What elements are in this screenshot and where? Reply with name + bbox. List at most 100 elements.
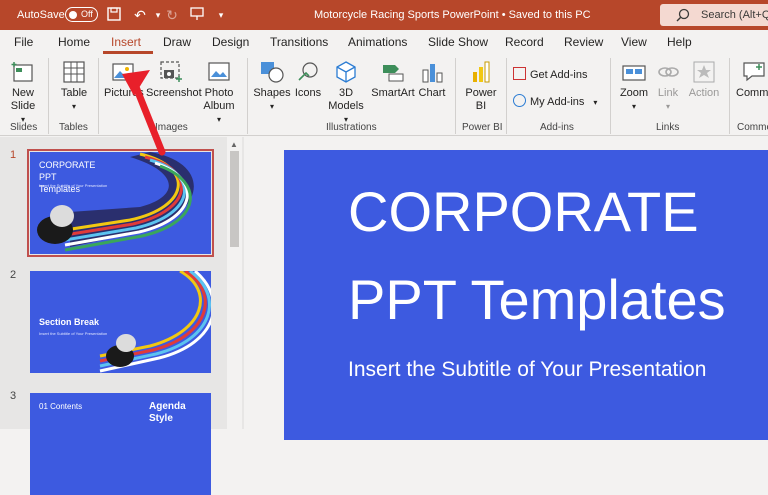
slide-number: 1 [10,149,17,161]
scroll-up-icon[interactable]: ▲ [230,140,238,149]
thumbnail-subtitle: Insert the Subtitle of Your Presentation [39,331,108,336]
power-bi-button[interactable]: Power BI [461,60,501,113]
thumbnail-title: Section Break [39,317,100,327]
get-addins-label: Get Add-ins [530,69,588,81]
slide-title-line-2[interactable]: PPT Templates [348,268,726,332]
smartart-button[interactable]: SmartArt [371,60,415,100]
ribbon-separator [610,58,611,134]
tab-slide-show[interactable]: Slide Show [428,35,488,49]
present-icon[interactable] [189,7,205,23]
tab-design[interactable]: Design [212,35,249,49]
table-dropdown-icon: ▾ [71,102,76,111]
link-button[interactable]: Link ▾ [652,60,684,113]
toggle-knob [69,10,77,19]
tab-file[interactable]: File [14,35,33,49]
ribbon-separator [729,58,730,134]
slide-thumbnail-2[interactable]: Section Break Insert the Subtitle of You… [30,271,211,373]
slide-thumbnail-1[interactable]: CORPORATE PPT Templates Insert the Subti… [27,149,214,257]
save-icon[interactable] [106,7,122,23]
slide-thumbnail-3[interactable]: 01 Contents Agenda Style [30,393,211,495]
annotation-arrow-icon [122,70,166,156]
ribbon-separator [247,58,248,134]
power-bi-label: Power BI [465,87,497,112]
slide-thumbnail-pane: 1 CORPORATE PPT Templates Insert the Sub… [0,137,244,495]
thumbnail-subtitle: Agenda Style [149,401,186,424]
icons-button[interactable]: Icons [292,60,324,100]
autosave-state: Off [81,9,93,19]
autosave-label: AutoSave [17,9,65,21]
smartart-label: SmartArt [371,87,415,99]
group-links-label: Links [656,122,680,133]
search-placeholder: Search (Alt+Q) [701,9,768,21]
new-slide-icon [11,62,33,82]
photo-album-dropdown-icon: ▾ [216,115,221,124]
zoom-label: Zoom [619,87,649,99]
3d-cube-icon [336,61,356,83]
tab-animations[interactable]: Animations [348,35,407,49]
group-addins-label: Add-ins [540,122,574,133]
slide-subtitle[interactable]: Insert the Subtitle of Your Presentation [348,358,706,382]
icons-icon [298,62,318,81]
zoom-button[interactable]: Zoom ▾ [616,60,652,113]
tab-view[interactable]: View [621,35,647,49]
action-star-icon [693,61,715,83]
tab-insert[interactable]: Insert [111,35,141,49]
scrollbar-thumb[interactable] [230,151,239,247]
tab-home[interactable]: Home [58,35,90,49]
customize-qat-icon[interactable]: ▾ [213,7,229,23]
shapes-label: Shapes [253,87,291,99]
zoom-dropdown-icon: ▾ [631,102,636,111]
my-addins-dropdown-icon: ▾ [593,98,598,107]
slide-number: 2 [10,269,17,281]
tab-transitions[interactable]: Transitions [270,35,328,49]
action-label: Action [688,87,720,99]
table-label: Table [60,87,88,99]
title-bar: AutoSave Off ↶ ▾ ↻ ▾ Motorcycle Racing S… [0,0,768,30]
thumbnail-subtitle: Insert the Subtitle of Your Presentation [39,183,108,188]
table-button[interactable]: Table ▾ [56,60,92,113]
slide-number: 3 [10,390,17,402]
chart-icon [422,64,443,83]
new-slide-button[interactable]: New Slide ▾ [5,60,41,126]
table-icon [63,61,85,83]
shapes-button[interactable]: Shapes ▾ [253,60,291,113]
smartart-icon [383,65,404,82]
search-icon [676,8,690,22]
thumbnail-title: CORPORATE PPT Templates [39,160,96,194]
ribbon-separator [98,58,99,134]
shapes-icon [261,62,284,83]
ribbon: New Slide ▾ Slides Table ▾ Tables Pictur… [0,54,768,136]
comment-button[interactable]: Comme [736,60,768,100]
3d-models-button[interactable]: 3D Models ▾ [325,60,367,126]
slide-title-line-1[interactable]: CORPORATE [348,180,699,244]
slide-canvas[interactable]: CORPORATE PPT Templates Insert the Subti… [284,150,768,440]
search-box[interactable]: Search (Alt+Q) [660,4,768,26]
autosave-toggle[interactable]: Off [65,7,98,22]
comment-icon [743,62,765,82]
undo-icon[interactable]: ↶ [132,7,148,23]
new-slide-label: New Slide [10,87,36,112]
action-button[interactable]: Action [686,60,722,100]
tab-review[interactable]: Review [564,35,603,49]
tab-record[interactable]: Record [505,35,544,49]
my-addins-button[interactable]: My Add-ins ▾ [513,94,597,108]
photo-album-label: Photo Album [203,87,235,112]
redo-icon[interactable]: ↻ [164,7,180,23]
ribbon-separator [506,58,507,134]
tab-draw[interactable]: Draw [163,35,191,49]
chart-button[interactable]: Chart [416,60,448,100]
group-comments-label: Comme [737,122,768,133]
zoom-icon [622,65,646,81]
store-icon [513,67,526,80]
link-dropdown-icon: ▾ [665,102,670,111]
tab-help[interactable]: Help [667,35,692,49]
chart-label: Chart [418,87,446,99]
power-bi-icon [473,61,490,83]
photo-album-button[interactable]: Photo Album ▾ [197,60,241,126]
shapes-dropdown-icon: ▾ [269,102,274,111]
group-power-bi-label: Power BI [462,122,503,133]
photo-album-icon [208,62,230,81]
addins-icon [513,94,526,107]
thumbnail-scrollbar[interactable]: ▲ [227,137,242,429]
get-addins-button[interactable]: Get Add-ins [513,67,587,81]
